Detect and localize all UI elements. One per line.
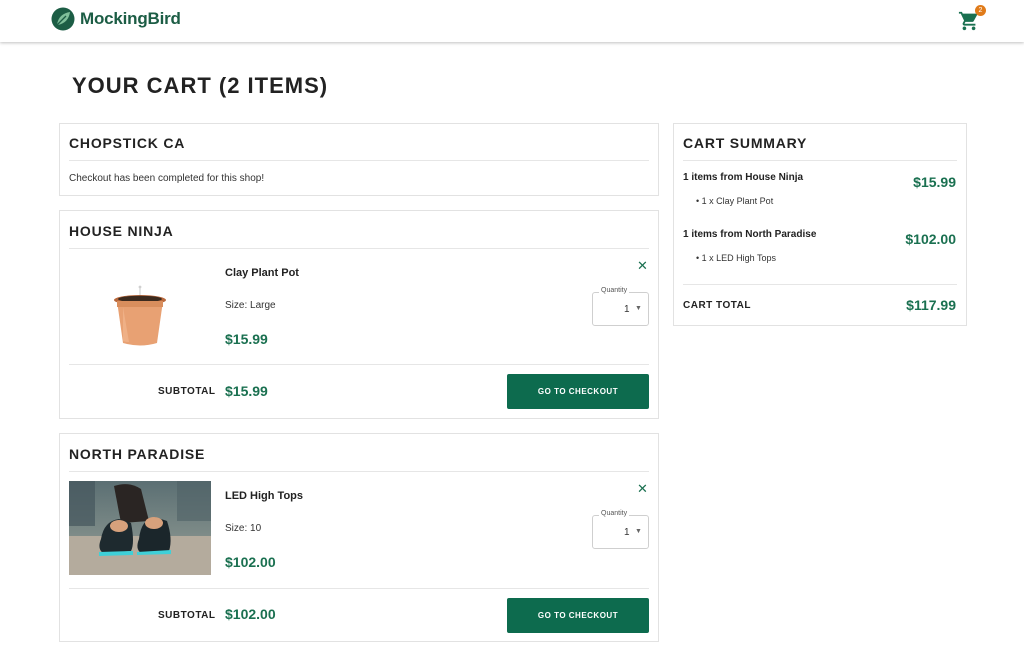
top-navbar: MockingBird 2 [0,0,1024,42]
quantity-select[interactable]: Quantity 1 ▼ [592,510,649,549]
divider [69,248,649,249]
brand-name: MockingBird [80,9,181,28]
subtotal-label: SUBTOTAL [158,610,216,621]
subtotal-value: $15.99 [225,383,268,399]
clay-pot-icon [69,254,211,348]
summary-item-bullet: • 1 x Clay Plant Pot [696,196,774,206]
shop-name: NORTH PARADISE [69,446,206,462]
summary-item-text: 1 x LED High Tops [701,253,777,263]
product-size: Size: Large [225,300,276,311]
quantity-value: 1 [624,527,630,538]
cart-summary-card: CART SUMMARY 1 items from House Ninja $1… [673,123,967,326]
divider [683,284,957,285]
cart-button[interactable]: 2 [958,5,986,34]
product-size: Size: 10 [225,523,262,534]
sneakers-photo [69,481,211,575]
go-to-checkout-button[interactable]: GO TO CHECKOUT [507,598,649,633]
divider [69,160,649,161]
divider [69,588,649,589]
quantity-label: Quantity [599,510,630,517]
shop-name: HOUSE NINJA [69,223,174,239]
quantity-value: 1 [624,304,630,315]
shop-name: CHOPSTICK CA [69,135,186,151]
summary-shop-line: 1 items from House Ninja [683,172,804,183]
page-title: YOUR CART (2 ITEMS) [72,73,329,98]
brand-logo[interactable]: MockingBird [51,7,181,31]
shop-card-chopstick-ca: CHOPSTICK CA Checkout has been completed… [59,123,659,196]
shop-card-north-paradise: NORTH PARADISE LED High Tops Size: 10 $1… [59,433,659,642]
cart-count-badge: 2 [975,5,986,16]
divider [69,364,649,365]
divider [683,160,957,161]
go-to-checkout-button[interactable]: GO TO CHECKOUT [507,374,649,409]
leaf-logo-icon [51,7,75,31]
summary-item-text: 1 x Clay Plant Pot [701,196,774,206]
chevron-down-icon: ▼ [635,528,642,535]
summary-title: CART SUMMARY [683,135,808,151]
chevron-down-icon: ▼ [635,305,642,312]
summary-item-bullet: • 1 x LED High Tops [696,253,777,263]
product-price: $15.99 [225,331,268,347]
remove-item-close-icon[interactable]: ✕ [637,259,648,272]
subtotal-label: SUBTOTAL [158,386,216,397]
product-image-led-high-tops[interactable] [69,481,211,575]
product-name[interactable]: LED High Tops [225,490,303,502]
product-name[interactable]: Clay Plant Pot [225,267,299,279]
summary-shop-line: 1 items from North Paradise [683,229,817,240]
quantity-select[interactable]: Quantity 1 ▼ [592,287,649,326]
checkout-complete-note: Checkout has been completed for this sho… [69,173,265,184]
product-image-clay-pot[interactable] [69,254,211,348]
quantity-label: Quantity [599,287,630,294]
remove-item-close-icon[interactable]: ✕ [637,482,648,495]
cart-total-label: CART TOTAL [683,300,751,311]
subtotal-value: $102.00 [225,606,276,622]
product-price: $102.00 [225,554,276,570]
cart-total-value: $117.99 [906,297,956,313]
divider [69,471,649,472]
summary-shop-price: $15.99 [913,174,956,190]
shop-card-house-ninja: HOUSE NINJA Clay Plant Pot Size: Large $… [59,210,659,419]
summary-shop-price: $102.00 [905,231,956,247]
